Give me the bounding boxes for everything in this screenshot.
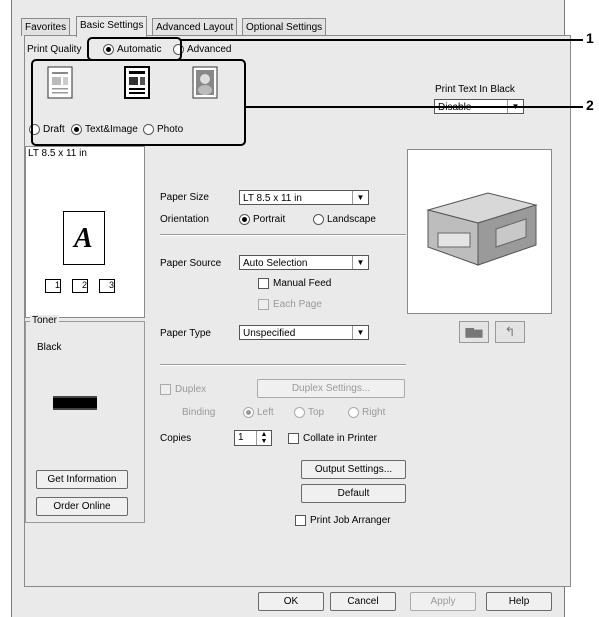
portrait-radio[interactable]: Portrait (239, 214, 285, 225)
radio-indicator (313, 214, 324, 225)
printer-preview-panel (407, 149, 552, 314)
toner-group-label: Toner (30, 315, 60, 326)
binding-left-label: Left (257, 407, 274, 419)
paper-source-label: Paper Source (160, 258, 222, 269)
printer-image (426, 192, 538, 266)
checkbox-box (295, 515, 306, 526)
binding-top-label: Top (308, 407, 325, 419)
binding-right-radio[interactable]: Right (348, 407, 385, 418)
help-button[interactable]: Help (486, 592, 552, 611)
radio-indicator (294, 407, 305, 418)
default-button[interactable]: Default (301, 484, 406, 503)
cancel-button[interactable]: Cancel (330, 592, 396, 611)
advanced-label: Advanced (187, 44, 232, 56)
paper-type-label: Paper Type (160, 328, 211, 339)
page-layout-icons: 1 2 3 (45, 277, 135, 295)
tab-favorites[interactable]: Favorites (21, 18, 71, 36)
checkbox-box (288, 433, 299, 444)
paper-size-label: Paper Size (160, 192, 209, 203)
toner-level-bar (53, 396, 97, 410)
collate-label: Collate in Printer (303, 433, 377, 445)
output-settings-button[interactable]: Output Settings... (301, 460, 406, 479)
order-online-button[interactable]: Order Online (36, 497, 128, 516)
chevron-down-icon: ▼ (352, 326, 368, 339)
copies-stepper[interactable]: 1 ▲ ▼ (234, 430, 272, 446)
copies-value: 1 (238, 432, 244, 443)
manual-feed-label: Manual Feed (273, 278, 332, 290)
tab-optional-settings[interactable]: Optional Settings (242, 18, 327, 36)
paper-source-value: Auto Selection (243, 258, 308, 269)
toner-color-label: Black (37, 342, 62, 353)
radio-indicator (348, 407, 359, 418)
radio-indicator (243, 407, 254, 418)
preview-glyph: A (74, 223, 93, 254)
paper-size-preview-label: LT 8.5 x 11 in (28, 148, 87, 159)
stepper-arrows-icon[interactable]: ▲ ▼ (256, 431, 271, 445)
paper-preview-panel: LT 8.5 x 11 in A 1 2 3 (25, 146, 145, 318)
divider (160, 364, 406, 366)
page-icon: 3 (99, 279, 115, 293)
page-preview: A (63, 211, 105, 265)
callout-line-1 (180, 39, 583, 41)
landscape-radio[interactable]: Landscape (313, 214, 376, 225)
ok-button[interactable]: OK (258, 592, 324, 611)
page-icon: 1 (45, 279, 61, 293)
radio-indicator (239, 214, 250, 225)
restore-icon[interactable]: ↰ (495, 321, 525, 343)
print-job-arranger-checkbox[interactable]: Print Job Arranger (295, 515, 391, 526)
paper-type-select[interactable]: Unspecified ▼ (239, 325, 369, 340)
orientation-label: Orientation (160, 214, 209, 225)
binding-top-radio[interactable]: Top (294, 407, 324, 418)
chevron-down-icon: ▼ (352, 191, 368, 204)
paper-type-value: Unspecified (243, 328, 296, 339)
tab-advanced-layout[interactable]: Advanced Layout (152, 18, 238, 36)
duplex-settings-button[interactable]: Duplex Settings... (257, 379, 405, 398)
duplex-label: Duplex (175, 384, 207, 396)
page-icon: 2 (72, 279, 88, 293)
binding-label: Binding (182, 407, 216, 418)
callout-number-2: 2 (586, 97, 594, 113)
copies-label: Copies (160, 433, 192, 444)
callout-box-quality-modes (31, 59, 246, 146)
tab-basic-settings[interactable]: Basic Settings (76, 16, 148, 37)
apply-button[interactable]: Apply (410, 592, 476, 611)
printer-status-icon[interactable]: ▆▅ (459, 321, 489, 343)
paper-source-select[interactable]: Auto Selection ▼ (239, 255, 369, 270)
divider (160, 234, 406, 236)
print-quality-label: Print Quality (27, 44, 82, 55)
checkbox-box (258, 299, 269, 310)
get-information-button[interactable]: Get Information (36, 470, 128, 489)
each-page-label: Each Page (273, 299, 322, 311)
callout-box-automatic (87, 37, 182, 61)
binding-left-radio[interactable]: Left (243, 407, 274, 418)
manual-feed-checkbox[interactable]: Manual Feed (258, 278, 331, 289)
callout-line-2 (244, 106, 583, 108)
toner-group: Toner Black Get Information Order Online (25, 315, 145, 523)
each-page-checkbox[interactable]: Each Page (258, 299, 322, 310)
duplex-checkbox[interactable]: Duplex (160, 384, 206, 395)
paper-size-value: LT 8.5 x 11 in (243, 193, 302, 204)
portrait-label: Portrait (253, 214, 286, 226)
paper-size-select[interactable]: LT 8.5 x 11 in ▼ (239, 190, 369, 205)
checkbox-box (258, 278, 269, 289)
chevron-down-icon: ▼ (352, 256, 368, 269)
print-text-black-label: Print Text In Black (435, 84, 515, 95)
print-job-arranger-label: Print Job Arranger (310, 515, 391, 527)
binding-right-label: Right (362, 407, 386, 419)
landscape-label: Landscape (327, 214, 376, 226)
checkbox-box (160, 384, 171, 395)
callout-number-1: 1 (586, 30, 594, 46)
collate-checkbox[interactable]: Collate in Printer (288, 433, 377, 444)
